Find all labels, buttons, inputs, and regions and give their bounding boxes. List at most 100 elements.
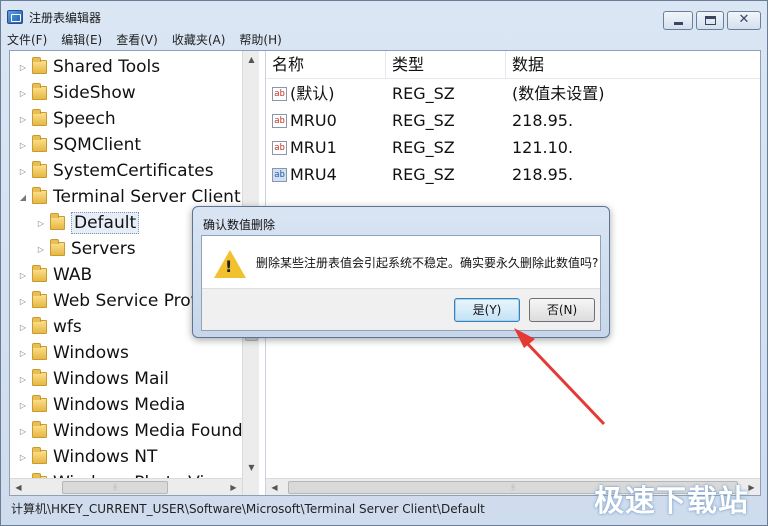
maximize-button[interactable] — [696, 11, 724, 30]
tree-item-label: wfs — [53, 317, 82, 337]
tree-item[interactable]: ▷ Default — [36, 210, 140, 236]
tree-item-label: Windows Media — [53, 395, 186, 415]
folder-icon — [32, 187, 47, 204]
tree-item[interactable]: ▷ Web Service Prov — [18, 288, 201, 314]
collapsed-arrow-icon[interactable]: ▷ — [18, 167, 28, 176]
dialog-footer: 是(Y) 否(N) — [202, 288, 600, 330]
title-bar[interactable]: 注册表编辑器 ✕ — [1, 1, 767, 31]
warning-exclamation: ! — [225, 257, 233, 276]
folder-icon — [32, 421, 47, 438]
tree-item-label: Speech — [53, 109, 116, 129]
tree-hscroll-thumb[interactable]: ⦙⦙ — [62, 481, 168, 494]
tree-item-label: SideShow — [53, 83, 136, 103]
collapsed-arrow-icon[interactable]: ▷ — [18, 63, 28, 72]
collapsed-arrow-icon[interactable]: ▷ — [18, 375, 28, 384]
scroll-right-arrow-icon[interactable]: ▶ — [225, 479, 242, 496]
value-name: MRU1 — [290, 138, 337, 157]
tree-item[interactable]: ▷ Windows — [18, 340, 129, 366]
value-type-cell: REG_SZ — [392, 138, 455, 157]
list-header: 名称 类型 数据 — [266, 51, 760, 79]
folder-icon — [32, 291, 47, 308]
folder-icon — [32, 83, 47, 100]
no-button[interactable]: 否(N) — [529, 298, 595, 322]
tree-item-label: Windows — [53, 343, 129, 363]
collapsed-arrow-icon[interactable]: ▷ — [18, 453, 28, 462]
menu-edit[interactable]: 编辑(E) — [61, 31, 102, 49]
tree-item[interactable]: ▷ SQMClient — [18, 132, 141, 158]
collapsed-arrow-icon[interactable]: ▷ — [18, 271, 28, 280]
tree-item-label: Servers — [71, 239, 136, 259]
collapsed-arrow-icon[interactable]: ▷ — [18, 323, 28, 332]
tree-item-label: Web Service Prov — [53, 291, 201, 311]
tree-horizontal-scrollbar[interactable]: ◀ ⦙⦙ ▶ — [10, 478, 242, 495]
value-data-cell: 218.95. — [512, 165, 574, 184]
value-type-cell: REG_SZ — [392, 84, 455, 103]
tree-item[interactable]: ▷ SideShow — [18, 80, 136, 106]
scroll-left-arrow-icon[interactable]: ◀ — [10, 479, 27, 496]
close-button[interactable]: ✕ — [727, 11, 761, 30]
dialog-message: 删除某些注册表值会引起系统不稳定。确实要永久删除此数值吗? — [256, 256, 599, 270]
collapsed-arrow-icon[interactable]: ▷ — [18, 89, 28, 98]
minimize-button[interactable] — [663, 11, 693, 30]
folder-icon — [32, 161, 47, 178]
tree-item-label: WAB — [53, 265, 93, 285]
collapsed-arrow-icon[interactable]: ▷ — [18, 427, 28, 436]
value-name: (默认) — [290, 84, 335, 103]
tree-item[interactable]: ▷ Windows Mail — [18, 366, 169, 392]
menu-file[interactable]: 文件(F) — [7, 31, 47, 49]
dialog-body: ! 删除某些注册表值会引起系统不稳定。确实要永久删除此数值吗? 是(Y) 否(N… — [201, 235, 601, 331]
tree-item[interactable]: ▷ Shared Tools — [18, 54, 160, 80]
scroll-down-arrow-icon[interactable]: ▼ — [243, 459, 260, 476]
list-item[interactable]: ab (默认) REG_SZ (数值未设置) — [266, 80, 760, 107]
tree-item-label: Terminal Server Client — [53, 187, 241, 207]
menu-favorites[interactable]: 收藏夹(A) — [172, 31, 226, 49]
collapsed-arrow-icon[interactable]: ▷ — [18, 349, 28, 358]
column-header-data[interactable]: 数据 — [506, 51, 760, 79]
collapsed-arrow-icon[interactable]: ▷ — [18, 141, 28, 150]
menu-bar: 文件(F) 编辑(E) 查看(V) 收藏夹(A) 帮助(H) — [7, 31, 296, 49]
scroll-up-arrow-icon[interactable]: ▲ — [243, 51, 260, 68]
folder-icon — [50, 213, 65, 230]
column-header-type[interactable]: 类型 — [386, 51, 506, 79]
collapsed-arrow-icon[interactable]: ▷ — [18, 115, 28, 124]
window-title: 注册表编辑器 — [29, 11, 102, 25]
folder-icon — [32, 317, 47, 334]
tree-item-label: SystemCertificates — [53, 161, 214, 181]
folder-icon — [32, 447, 47, 464]
list-item[interactable]: ab MRU1 REG_SZ 121.10. — [266, 134, 760, 161]
tree-item[interactable]: ▷ Windows Media — [18, 392, 185, 418]
yes-button[interactable]: 是(Y) — [454, 298, 520, 322]
collapsed-arrow-icon[interactable]: ▷ — [36, 219, 46, 228]
folder-icon — [32, 57, 47, 74]
string-value-icon: ab — [272, 113, 287, 128]
value-name-cell: ab MRU1 — [266, 134, 386, 161]
folder-icon — [32, 395, 47, 412]
menu-view[interactable]: 查看(V) — [116, 31, 158, 49]
tree-item[interactable]: ▷ Windows NT — [18, 444, 157, 470]
collapsed-arrow-icon[interactable]: ▷ — [36, 245, 46, 254]
tree-item[interactable]: ▷ Speech — [18, 106, 116, 132]
confirm-delete-dialog: 确认数值删除 ! 删除某些注册表值会引起系统不稳定。确实要永久删除此数值吗? 是… — [192, 206, 610, 338]
collapsed-arrow-icon[interactable]: ▷ — [18, 401, 28, 410]
tree-item[interactable]: ▷ WAB — [18, 262, 92, 288]
column-header-name[interactable]: 名称 — [266, 51, 386, 79]
value-name: MRU4 — [290, 165, 337, 184]
tree-item[interactable]: ▷ Windows Media Found — [18, 418, 243, 444]
folder-icon — [32, 109, 47, 126]
folder-icon — [32, 265, 47, 282]
tree-item-label: SQMClient — [53, 135, 142, 155]
value-name-cell: ab MRU0 — [266, 107, 386, 134]
tree-item[interactable]: ▷ wfs — [18, 314, 82, 340]
minimize-icon — [674, 22, 683, 25]
tree-item[interactable]: ▷ SystemCertificates — [18, 158, 214, 184]
list-item[interactable]: ab MRU0 REG_SZ 218.95. — [266, 107, 760, 134]
value-data-cell: (数值未设置) — [512, 84, 605, 103]
list-item[interactable]: ab MRU4 REG_SZ 218.95. — [266, 161, 760, 188]
list-scroll-left-arrow-icon[interactable]: ◀ — [266, 479, 283, 496]
value-name-cell: ab MRU4 — [266, 161, 386, 188]
tree-item[interactable]: ▷ Servers — [36, 236, 136, 262]
menu-help[interactable]: 帮助(H) — [239, 31, 281, 49]
expanded-arrow-icon[interactable]: ◢ — [18, 193, 28, 202]
close-icon: ✕ — [738, 12, 750, 27]
collapsed-arrow-icon[interactable]: ▷ — [18, 297, 28, 306]
